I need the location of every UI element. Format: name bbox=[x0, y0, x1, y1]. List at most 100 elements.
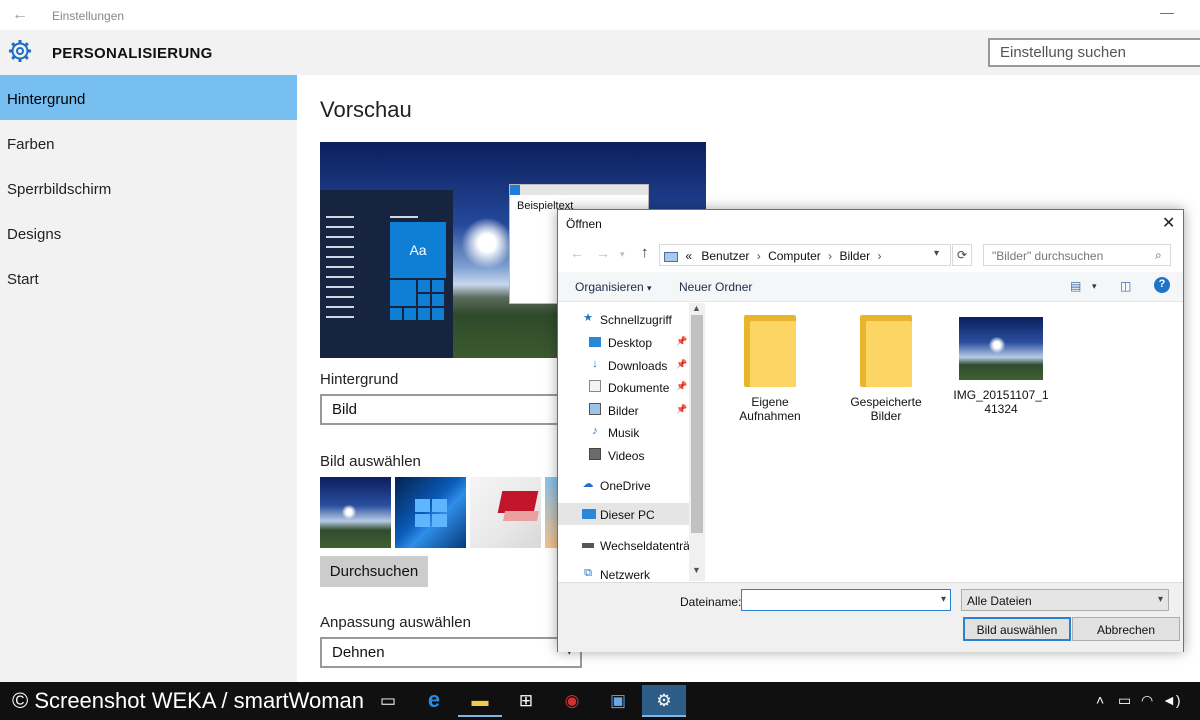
breadcrumb-computer[interactable]: Computer bbox=[768, 249, 821, 263]
file-name: Eigene Aufnahmen bbox=[739, 395, 801, 423]
nav-label: Desktop bbox=[608, 336, 653, 350]
help-icon[interactable]: ? bbox=[1154, 277, 1170, 293]
preview-pane-icon[interactable]: ◫ bbox=[1120, 279, 1131, 293]
fit-select[interactable]: Dehnen ▾ bbox=[320, 637, 582, 668]
breadcrumb-bilder[interactable]: Bilder bbox=[839, 249, 870, 263]
image-thumbnail bbox=[959, 317, 1043, 380]
scroll-down-icon[interactable]: ▼ bbox=[692, 565, 701, 575]
nav-label: Netzwerk bbox=[600, 568, 651, 582]
picture-thumbnail[interactable] bbox=[470, 477, 541, 548]
film-icon bbox=[589, 448, 601, 460]
recent-locations-icon[interactable]: ▾ bbox=[620, 249, 625, 260]
background-select[interactable]: Bild ▾ bbox=[320, 394, 582, 425]
cloud-icon: ☁ bbox=[582, 478, 594, 490]
edge-icon[interactable]: e bbox=[412, 685, 456, 717]
picture-thumbnail[interactable] bbox=[320, 477, 391, 548]
chevron-up-icon[interactable]: ˄ bbox=[1096, 692, 1104, 708]
dialog-search-placeholder: "Bilder" durchsuchen bbox=[992, 249, 1104, 263]
file-item[interactable]: IMG_20151107_141324 bbox=[951, 315, 1051, 416]
preview-title: Vorschau bbox=[320, 97, 412, 122]
nav-label: Schnellzugriff bbox=[600, 313, 672, 327]
pin-icon: 📌 bbox=[676, 404, 688, 414]
nav-label: Dokumente bbox=[608, 381, 670, 395]
breadcrumb-separator[interactable]: › bbox=[878, 249, 882, 263]
nav-label: Musik bbox=[608, 426, 640, 440]
nav-label: Bilder bbox=[608, 404, 639, 418]
nav-item-videos[interactable]: Videos bbox=[558, 444, 689, 466]
file-item[interactable]: Eigene Aufnahmen bbox=[720, 315, 820, 423]
task-view-icon[interactable]: ▭ bbox=[366, 685, 410, 717]
chevron-down-icon[interactable]: ▾ bbox=[1092, 281, 1097, 292]
sidebar-item-start[interactable]: Start bbox=[0, 255, 297, 300]
breadcrumb-separator[interactable]: › bbox=[757, 249, 761, 263]
nav-item-schnellzugriff[interactable]: ★ Schnellzugriff bbox=[558, 308, 689, 330]
photos-icon[interactable]: ▣ bbox=[596, 685, 640, 717]
preview-tile: Aa bbox=[390, 222, 446, 278]
sidebar-item-sperrbildschirm[interactable]: Sperrbildschirm bbox=[0, 165, 297, 210]
settings-gear-icon[interactable]: ⚙ bbox=[642, 685, 686, 717]
scroll-up-icon[interactable]: ▲ bbox=[692, 303, 701, 313]
dialog-toolbar: Organisieren ▾ Neuer Ordner ▤ ▾ ◫ ? bbox=[558, 272, 1183, 302]
browse-button[interactable]: Durchsuchen bbox=[320, 556, 428, 587]
nav-item-bilder[interactable]: Bilder 📌 bbox=[558, 399, 689, 421]
scrollbar-thumb[interactable] bbox=[691, 315, 703, 533]
background-select-value: Bild bbox=[332, 401, 358, 418]
forward-arrow-icon[interactable]: → bbox=[596, 245, 610, 261]
close-icon[interactable]: ✕ bbox=[1162, 213, 1175, 233]
breadcrumb-benutzer[interactable]: Benutzer bbox=[701, 249, 749, 263]
filename-input[interactable]: ▾ bbox=[741, 589, 951, 611]
chevron-down-icon[interactable]: ▾ bbox=[934, 248, 939, 259]
refresh-icon[interactable]: ⟳ bbox=[952, 244, 972, 266]
nav-item-musik[interactable]: ♪ Musik bbox=[558, 421, 689, 443]
background-label: Hintergrund bbox=[320, 371, 399, 388]
nav-item-dieser-pc[interactable]: Dieser PC bbox=[558, 503, 689, 525]
back-arrow-icon[interactable]: ← bbox=[12, 6, 28, 24]
nav-scrollbar[interactable]: ▲ ▼ bbox=[689, 303, 705, 581]
dialog-footer: Dateiname: ▾ Alle Dateien ▾ Bild auswähl… bbox=[558, 582, 1183, 652]
dialog-search-input[interactable]: "Bilder" durchsuchen ⌕ bbox=[983, 244, 1171, 266]
cancel-button[interactable]: Abbrechen bbox=[1072, 617, 1180, 641]
fit-select-value: Dehnen bbox=[332, 644, 385, 661]
nav-item-dokumente[interactable]: Dokumente 📌 bbox=[558, 376, 689, 398]
computer-icon bbox=[664, 251, 678, 262]
computer-icon bbox=[582, 509, 596, 519]
sidebar-item-hintergrund[interactable]: Hintergrund bbox=[0, 75, 297, 120]
app-icon[interactable]: ◉ bbox=[550, 685, 594, 717]
new-folder-button[interactable]: Neuer Ordner bbox=[679, 280, 752, 294]
picture-thumbnail[interactable] bbox=[395, 477, 466, 548]
nav-item-onedrive[interactable]: ☁ OneDrive bbox=[558, 474, 689, 496]
view-options-icon[interactable]: ▤ bbox=[1070, 279, 1081, 293]
filetype-select[interactable]: Alle Dateien ▾ bbox=[961, 589, 1169, 611]
nav-item-downloads[interactable]: ↓ Downloads 📌 bbox=[558, 354, 689, 376]
document-icon bbox=[589, 380, 601, 392]
back-arrow-icon[interactable]: ← bbox=[570, 245, 584, 261]
screenshot-credit: © Screenshot WEKA / smartWoman bbox=[12, 688, 365, 713]
store-icon[interactable]: ⊞ bbox=[504, 685, 548, 717]
chevron-down-icon[interactable]: ▾ bbox=[941, 594, 946, 605]
sidebar: PERSONALISIERUNG Hintergrund Farben Sper… bbox=[0, 30, 297, 682]
organize-menu[interactable]: Organisieren ▾ bbox=[575, 280, 652, 294]
picture-thumbnail[interactable] bbox=[545, 477, 557, 548]
file-explorer-icon[interactable]: ▬ bbox=[458, 685, 502, 717]
dialog-title: Öffnen bbox=[566, 217, 602, 231]
address-bar[interactable]: « Benutzer › Computer › Bilder › ▾ bbox=[659, 244, 951, 266]
battery-icon[interactable]: ▭ bbox=[1118, 692, 1131, 709]
nav-item-wechseldatentraeger[interactable]: Wechseldatenträg bbox=[558, 534, 697, 556]
nav-item-desktop[interactable]: Desktop 📌 bbox=[558, 331, 689, 353]
file-list: Eigene Aufnahmen Gespeicherte Bilder IMG… bbox=[708, 303, 1183, 581]
sidebar-item-designs[interactable]: Designs bbox=[0, 210, 297, 255]
settings-search-input[interactable]: Einstellung suchen bbox=[988, 38, 1200, 67]
volume-icon[interactable]: ◄) bbox=[1162, 692, 1181, 708]
nav-label: OneDrive bbox=[600, 479, 651, 493]
sidebar-item-farben[interactable]: Farben bbox=[0, 120, 297, 165]
sidebar-header: PERSONALISIERUNG bbox=[0, 30, 297, 75]
organize-label: Organisieren bbox=[575, 280, 644, 294]
up-arrow-icon[interactable]: ↑ bbox=[641, 244, 649, 261]
pin-icon: 📌 bbox=[676, 336, 688, 346]
file-name: IMG_20151107_141324 bbox=[953, 388, 1049, 416]
select-picture-button[interactable]: Bild auswählen bbox=[963, 617, 1071, 641]
wifi-icon[interactable]: ◠ bbox=[1141, 692, 1153, 709]
minimize-button[interactable]: — bbox=[1160, 4, 1174, 20]
breadcrumb-separator[interactable]: › bbox=[828, 249, 832, 263]
file-item[interactable]: Gespeicherte Bilder bbox=[836, 315, 936, 423]
